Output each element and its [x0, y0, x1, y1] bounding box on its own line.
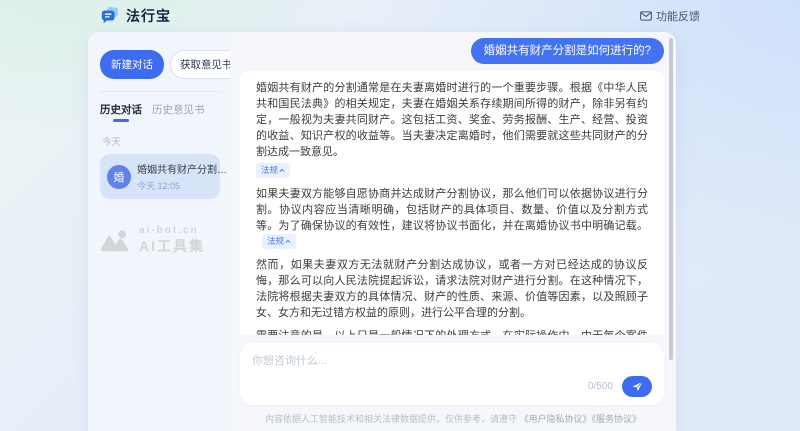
send-button[interactable]	[622, 376, 652, 397]
sidebar-tabs: 历史对话 历史意见书	[100, 102, 220, 122]
ai-paragraph: 婚姻共有财产的分割通常是在夫妻离婚时进行的一个重要步骤。根据《中华人民共和国民法…	[256, 80, 648, 179]
disclaimer-footer: 内容依据人工智能技术和相关法律数据提供，仅供参考，请遵守 《用户隐私协议》《服务…	[230, 405, 676, 431]
conversation-time: 今天 12:05	[137, 179, 213, 192]
sidebar: 新建对话 获取意见书 历史对话 历史意见书 今天 婚 婚姻共有财产分割是如何..…	[88, 32, 230, 431]
ai-paragraph: 需要注意的是，以上只是一般情况下的处理方式。在实际操作中，由于每个案件的具体情况…	[256, 328, 648, 335]
char-counter: 0/500	[588, 381, 613, 392]
send-icon	[631, 380, 644, 393]
ai-paragraph: 然而，如果夫妻双方无法就财产分割达成协议，或者一方对已经达成的协议反悔，那么可以…	[256, 257, 648, 321]
conversation-avatar: 婚	[107, 165, 131, 189]
tab-history-chats[interactable]: 历史对话	[100, 102, 142, 122]
ai-answer-card: 婚姻共有财产的分割通常是在夫妻离婚时进行的一个重要步骤。根据《中华人民共和国民法…	[240, 71, 664, 335]
ai-paragraph: 如果夫妻双方能够自愿协商并达成财产分割协议，那么他们可以依据协议进行分割。协议内…	[256, 186, 648, 250]
user-message-bubble: 婚姻共有财产分割是如何进行的?	[471, 38, 664, 64]
chat-scrollbar[interactable]	[669, 38, 673, 360]
brand-name: 法行宝	[126, 6, 171, 26]
watermark-line2: AI工具集	[139, 236, 205, 256]
watermark-logo-icon	[100, 228, 134, 254]
brand: 法行宝	[100, 6, 171, 26]
ai-paragraph-text: 需要注意的是，以上只是一般情况下的处理方式。在实际操作中，由于每个案件的具体情况…	[256, 330, 648, 335]
chat-scroll-area[interactable]: 婚姻共有财产分割是如何进行的? 婚姻共有财产的分割通常是在夫妻离婚时进行的一个重…	[230, 32, 676, 335]
new-chat-button[interactable]: 新建对话	[100, 50, 164, 79]
feedback-label: 功能反馈	[656, 8, 700, 24]
footer-link-0[interactable]: 《用户隐私协议》	[520, 414, 592, 424]
regulation-badge[interactable]: 法规	[262, 234, 296, 249]
mail-icon	[640, 11, 652, 21]
chat-input[interactable]	[252, 352, 652, 376]
chat-panel: 婚姻共有财产分割是如何进行的? 婚姻共有财产的分割通常是在夫妻离婚时进行的一个重…	[230, 32, 676, 431]
brand-logo-icon	[100, 6, 120, 26]
top-header: 法行宝 功能反馈	[0, 0, 800, 32]
app-window: 新建对话 获取意见书 历史对话 历史意见书 今天 婚 婚姻共有财产分割是如何..…	[88, 32, 676, 431]
ai-paragraph-text: 然而，如果夫妻双方无法就财产分割达成协议，或者一方对已经达成的协议反悔，那么可以…	[256, 259, 648, 319]
composer: 0/500	[240, 343, 664, 405]
watermark-line1: ai-bot.cn	[139, 225, 205, 236]
feedback-button[interactable]: 功能反馈	[640, 8, 700, 24]
ai-paragraph-text: 如果夫妻双方能够自愿协商并达成财产分割协议，那么他们可以依据协议进行分割。协议内…	[256, 188, 648, 232]
conversation-item[interactable]: 婚 婚姻共有财产分割是如何... 今天 12:05	[100, 154, 220, 199]
conversation-title: 婚姻共有财产分割是如何...	[137, 161, 229, 176]
regulation-badge[interactable]: 法规	[256, 163, 290, 178]
history-group-label: 今天	[102, 134, 220, 148]
watermark: ai-bot.cn AI工具集	[100, 225, 220, 256]
disclaimer-text: 内容依据人工智能技术和相关法律数据提供，仅供参考，请遵守	[265, 414, 517, 424]
tab-history-opinions[interactable]: 历史意见书	[152, 102, 205, 122]
ai-paragraph-text: 婚姻共有财产的分割通常是在夫妻离婚时进行的一个重要步骤。根据《中华人民共和国民法…	[256, 82, 648, 158]
footer-link-1[interactable]: 《服务协议》	[592, 414, 642, 424]
ai-paragraphs: 婚姻共有财产的分割通常是在夫妻离婚时进行的一个重要步骤。根据《中华人民共和国民法…	[256, 80, 648, 335]
sidebar-divider	[100, 91, 222, 92]
